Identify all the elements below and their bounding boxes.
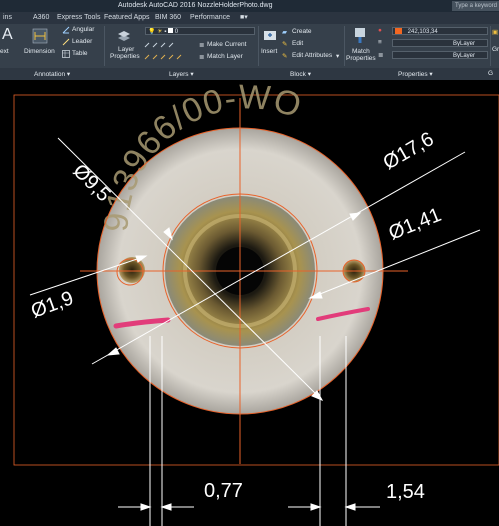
window-title: Autodesk AutoCAD 2016 NozzleHolderPhoto.… [118, 2, 273, 9]
color-swatch [395, 28, 402, 34]
tab-performance[interactable]: Performance [190, 12, 230, 24]
drawing-canvas[interactable]: 913966/00-WO Ø9,5 Ø17,6 Ø1,9 Ø1,41 0,77 … [0, 80, 499, 526]
bottom-left-dimension-text[interactable]: 0,77 [204, 480, 243, 502]
sun-icon: ☀ [157, 29, 163, 35]
leader-label[interactable]: Leader [72, 38, 92, 45]
groups-label[interactable]: Gr [492, 46, 499, 53]
panel-separator [344, 26, 345, 66]
layer-dropdown[interactable]: 💡 ☀ ▪ 0 [145, 27, 255, 35]
right-hole-diameter-text[interactable]: Ø1,41 [386, 204, 445, 245]
layer-tools-row1-icon[interactable] [143, 41, 199, 49]
layer-properties-line2[interactable]: Properties [110, 53, 140, 60]
layer-color-swatch [168, 28, 174, 33]
insert-label[interactable]: Insert [261, 48, 277, 55]
insert-icon[interactable] [262, 27, 278, 43]
tab-express-tools[interactable]: Express Tools [57, 12, 100, 24]
create-label[interactable]: Create [292, 28, 312, 35]
ribbon-tabs: ins A360 Express Tools Featured Apps BIM… [0, 12, 499, 24]
block-panel-title[interactable]: Block ▾ [290, 70, 311, 78]
edit-attributes-icon[interactable]: ✎ [282, 52, 287, 60]
arrowhead [310, 503, 322, 511]
edit-label[interactable]: Edit [292, 40, 303, 47]
tab-bim-360[interactable]: BIM 360 [155, 12, 181, 24]
lineweight-value: ByLayer [452, 53, 475, 59]
table-icon[interactable] [62, 50, 70, 58]
color-wheel-icon: ● [378, 27, 382, 34]
layer-tools-row2-icon[interactable] [143, 53, 199, 61]
match-layer-label[interactable]: Match Layer [207, 53, 243, 60]
layers-panel-title[interactable]: Layers ▾ [169, 70, 194, 78]
layer-properties-line1[interactable]: Layer [118, 46, 134, 53]
lineweight-dropdown[interactable]: ByLayer [392, 51, 488, 59]
ribbon: A ext Dimension Angular Leader Table Lay… [0, 24, 499, 80]
outer-diameter-text[interactable]: Ø17,6 [380, 128, 438, 174]
properties-panel-title[interactable]: Properties ▾ [398, 70, 433, 78]
drawing-svg: 913966/00-WO Ø9,5 Ø17,6 Ø1,9 Ø1,41 0,77 … [13, 80, 499, 526]
title-bar: Autodesk AutoCAD 2016 NozzleHolderPhoto.… [0, 0, 499, 12]
panel-separator [104, 26, 105, 66]
angular-icon[interactable] [62, 26, 70, 34]
match-properties-line1[interactable]: Match [352, 48, 370, 55]
create-icon[interactable]: ▰ [282, 28, 287, 36]
text-icon[interactable]: A [2, 27, 13, 43]
edit-icon[interactable]: ✎ [282, 40, 287, 48]
color-dropdown[interactable]: 242,103,34 [392, 27, 488, 35]
linetype-dropdown[interactable]: ByLayer [392, 39, 488, 47]
search-input[interactable]: Type a keyword [452, 1, 499, 11]
lineweight-icon: ≣ [378, 52, 384, 59]
make-current-label[interactable]: Make Current [207, 41, 246, 48]
tab-overflow-icon[interactable]: ■▾ [240, 12, 248, 24]
dimension-icon[interactable] [32, 28, 48, 44]
linetype-icon: ≡ [378, 39, 382, 46]
match-layer-icon[interactable]: ≣ [199, 53, 204, 61]
left-hole-diameter-text[interactable]: Ø1,9 [28, 287, 76, 323]
linetype-value: ByLayer [452, 41, 475, 47]
match-properties-line2[interactable]: Properties [346, 55, 376, 62]
tab-featured-apps[interactable]: Featured Apps [104, 12, 150, 24]
annotation-panel-title[interactable]: Annotation ▾ [34, 70, 70, 78]
ribbon-panel-titles: Annotation ▾ Layers ▾ Block ▾ Properties… [0, 68, 499, 80]
color-value: 242,103,34 [407, 29, 438, 35]
lock-icon: ▪ [164, 29, 167, 35]
panel-separator [490, 26, 491, 66]
panel-separator [258, 26, 259, 66]
leader-icon[interactable] [62, 38, 70, 46]
make-current-icon[interactable]: ≣ [199, 41, 204, 49]
dimension-label[interactable]: Dimension [24, 48, 55, 55]
tab-plugins[interactable]: ins [3, 12, 12, 24]
angular-label[interactable]: Angular [72, 26, 94, 33]
lightbulb-icon: 💡 [148, 29, 156, 35]
layer-name: 0 [174, 29, 179, 35]
layer-properties-icon[interactable] [116, 28, 132, 42]
bottom-right-dimension-text[interactable]: 1,54 [386, 481, 425, 503]
arrowhead [160, 503, 172, 511]
arrowhead [140, 503, 152, 511]
group-icon[interactable]: ▣ [492, 28, 498, 36]
tab-a360[interactable]: A360 [33, 12, 49, 24]
match-properties-icon[interactable] [352, 27, 368, 45]
edit-attributes-label[interactable]: Edit Attributes [292, 52, 332, 59]
edit-attributes-chevron-icon[interactable]: ▾ [336, 52, 339, 60]
select-label: ext [0, 48, 9, 55]
table-label[interactable]: Table [72, 50, 88, 57]
groups-panel-title[interactable]: G [488, 70, 493, 77]
arrowhead [344, 503, 356, 511]
